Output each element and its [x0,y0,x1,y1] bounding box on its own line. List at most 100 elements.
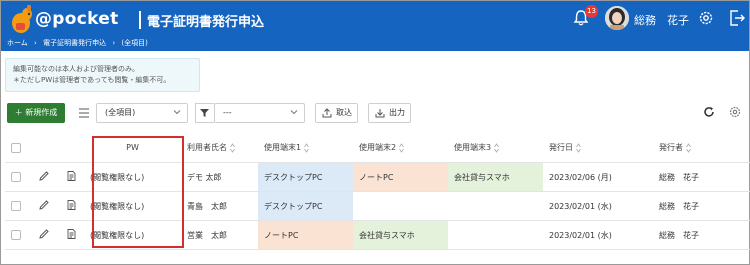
cell-terminal2: ノートPC [353,162,448,192]
app-header: @pocket 電子証明書発行申込 13 総務 花子 ホーム › 電子証明書発行… [1,1,749,51]
row-checkbox[interactable] [11,201,21,211]
cell-issuer: 総務 花子 [653,162,750,192]
page-title: 電子証明書発行申込 [147,15,265,30]
cell-pw: (閲覧権限なし) [84,191,181,221]
sort-icon [304,142,309,153]
row-checkbox[interactable] [11,172,21,182]
filter-select[interactable]: --- [214,103,305,123]
chevron-down-icon [173,110,181,115]
column-label: 発行日 [549,143,573,152]
filter-button[interactable] [195,103,214,123]
select-all-checkbox[interactable] [11,142,21,153]
logout-icon[interactable] [729,9,745,27]
pencil-icon[interactable] [38,228,50,240]
view-select-value: (全項目) [105,108,136,117]
column-header-user[interactable]: 利用者氏名 [181,133,258,163]
export-label: 出力 [389,108,405,117]
cell-terminal3 [448,220,543,250]
edit-cell[interactable] [32,220,59,250]
document-icon[interactable] [65,228,77,240]
download-icon [375,109,385,118]
avatar[interactable] [605,6,629,30]
cell-date: 2023/02/06 (月) [543,162,653,192]
table-row[interactable]: (閲覧権限なし) 青島 太郎 デスクトップPC 2023/02/01 (水) 総… [5,191,750,221]
sort-icon [399,142,404,153]
copy-cell[interactable] [59,162,84,192]
cell-date: 2023/02/01 (水) [543,191,653,221]
column-label: 使用端末1 [264,143,302,152]
cell-user: デモ 太郎 [181,162,258,192]
cell-issuer: 総務 花子 [653,220,750,250]
edit-cell[interactable] [32,162,59,192]
breadcrumb-separator: › [34,39,37,47]
row-checkbox-cell[interactable] [5,220,32,250]
row-checkbox-cell[interactable] [5,191,32,221]
column-header-pw[interactable]: PW [84,133,181,163]
breadcrumb-view: (全項目) [121,39,148,47]
column-label: 利用者氏名 [187,143,227,152]
column-label: 使用端末2 [359,143,397,152]
document-icon[interactable] [65,170,77,182]
cell-user: 営業 太郎 [181,220,258,250]
user-photo-icon [605,6,629,30]
select-all-cell[interactable] [5,133,32,163]
column-label: 使用端末3 [454,143,492,152]
upload-icon [322,108,332,118]
cell-terminal3: 会社貸与スマホ [448,162,543,192]
logo-text[interactable]: @pocket [35,9,119,29]
table-header-row: PW 利用者氏名 使用端末1 使用端末2 使用端末3 発行日 発行者 [5,133,750,163]
column-header-date[interactable]: 発行日 [543,133,653,163]
cell-terminal1: デスクトップPC [258,191,353,221]
column-header-terminal3[interactable]: 使用端末3 [448,133,543,163]
cell-user: 青島 太郎 [181,191,258,221]
pencil-icon[interactable] [38,199,50,211]
row-checkbox[interactable] [11,230,21,240]
column-header-issuer[interactable]: 発行者 [653,133,750,163]
filter-select-value: --- [223,108,232,117]
pencil-icon[interactable] [38,170,50,182]
refresh-icon[interactable] [703,106,715,118]
chevron-down-icon [290,110,298,115]
cell-terminal2: 会社貸与スマホ [353,220,448,250]
sort-icon [494,142,499,153]
view-select[interactable]: (全項目) [96,103,188,123]
sort-icon [576,142,581,153]
export-button[interactable]: 出力 [368,103,411,123]
column-header-terminal2[interactable]: 使用端末2 [353,133,448,163]
table-row[interactable]: (閲覧権限なし) 営業 太郎 ノートPC 会社貸与スマホ 2023/02/01 … [5,220,750,250]
import-label: 取込 [336,108,352,117]
table-row[interactable]: (閲覧権限なし) デモ 太郎 デスクトップPC ノートPC 会社貸与スマホ 20… [5,162,750,192]
user-name[interactable]: 総務 花子 [634,12,689,28]
cell-terminal2 [353,191,448,221]
copy-cell[interactable] [59,191,84,221]
breadcrumb-separator: › [112,39,116,47]
cell-pw: (閲覧権限なし) [84,162,181,192]
notification-badge: 13 [585,5,598,18]
cell-date: 2023/02/01 (水) [543,220,653,250]
sort-icon [686,142,691,153]
cell-terminal1: ノートPC [258,220,353,250]
row-checkbox-cell[interactable] [5,162,32,192]
copy-cell[interactable] [59,220,84,250]
funnel-icon [200,109,209,117]
breadcrumb: ホーム › 電子証明書発行申込 › (全項目) [7,38,152,48]
breadcrumb-app[interactable]: 電子証明書発行申込 [43,39,106,47]
list-view-icon[interactable] [77,106,91,120]
gear-icon[interactable] [728,105,742,119]
notice-line-2: ＊ただしPWは管理者であっても閲覧・編集不可。 [13,76,171,84]
new-record-button[interactable]: ＋ 新規作成 [7,103,65,123]
toolbar: ＋ 新規作成 (全項目) --- 取込 出力 [0,103,750,125]
column-label: PW [126,143,139,152]
settings-gear-icon[interactable] [697,9,715,27]
edit-column-header [32,133,59,163]
breadcrumb-home[interactable]: ホーム [7,39,28,47]
copy-column-header [59,133,84,163]
column-header-terminal1[interactable]: 使用端末1 [258,133,353,163]
title-divider [139,11,141,29]
notice-box: 編集可能なのは本人および管理者のみ。 ＊ただしPWは管理者であっても閲覧・編集不… [5,58,200,92]
column-label: 発行者 [659,143,683,152]
cell-issuer: 総務 花子 [653,191,750,221]
document-icon[interactable] [65,199,77,211]
import-button[interactable]: 取込 [315,103,358,123]
edit-cell[interactable] [32,191,59,221]
